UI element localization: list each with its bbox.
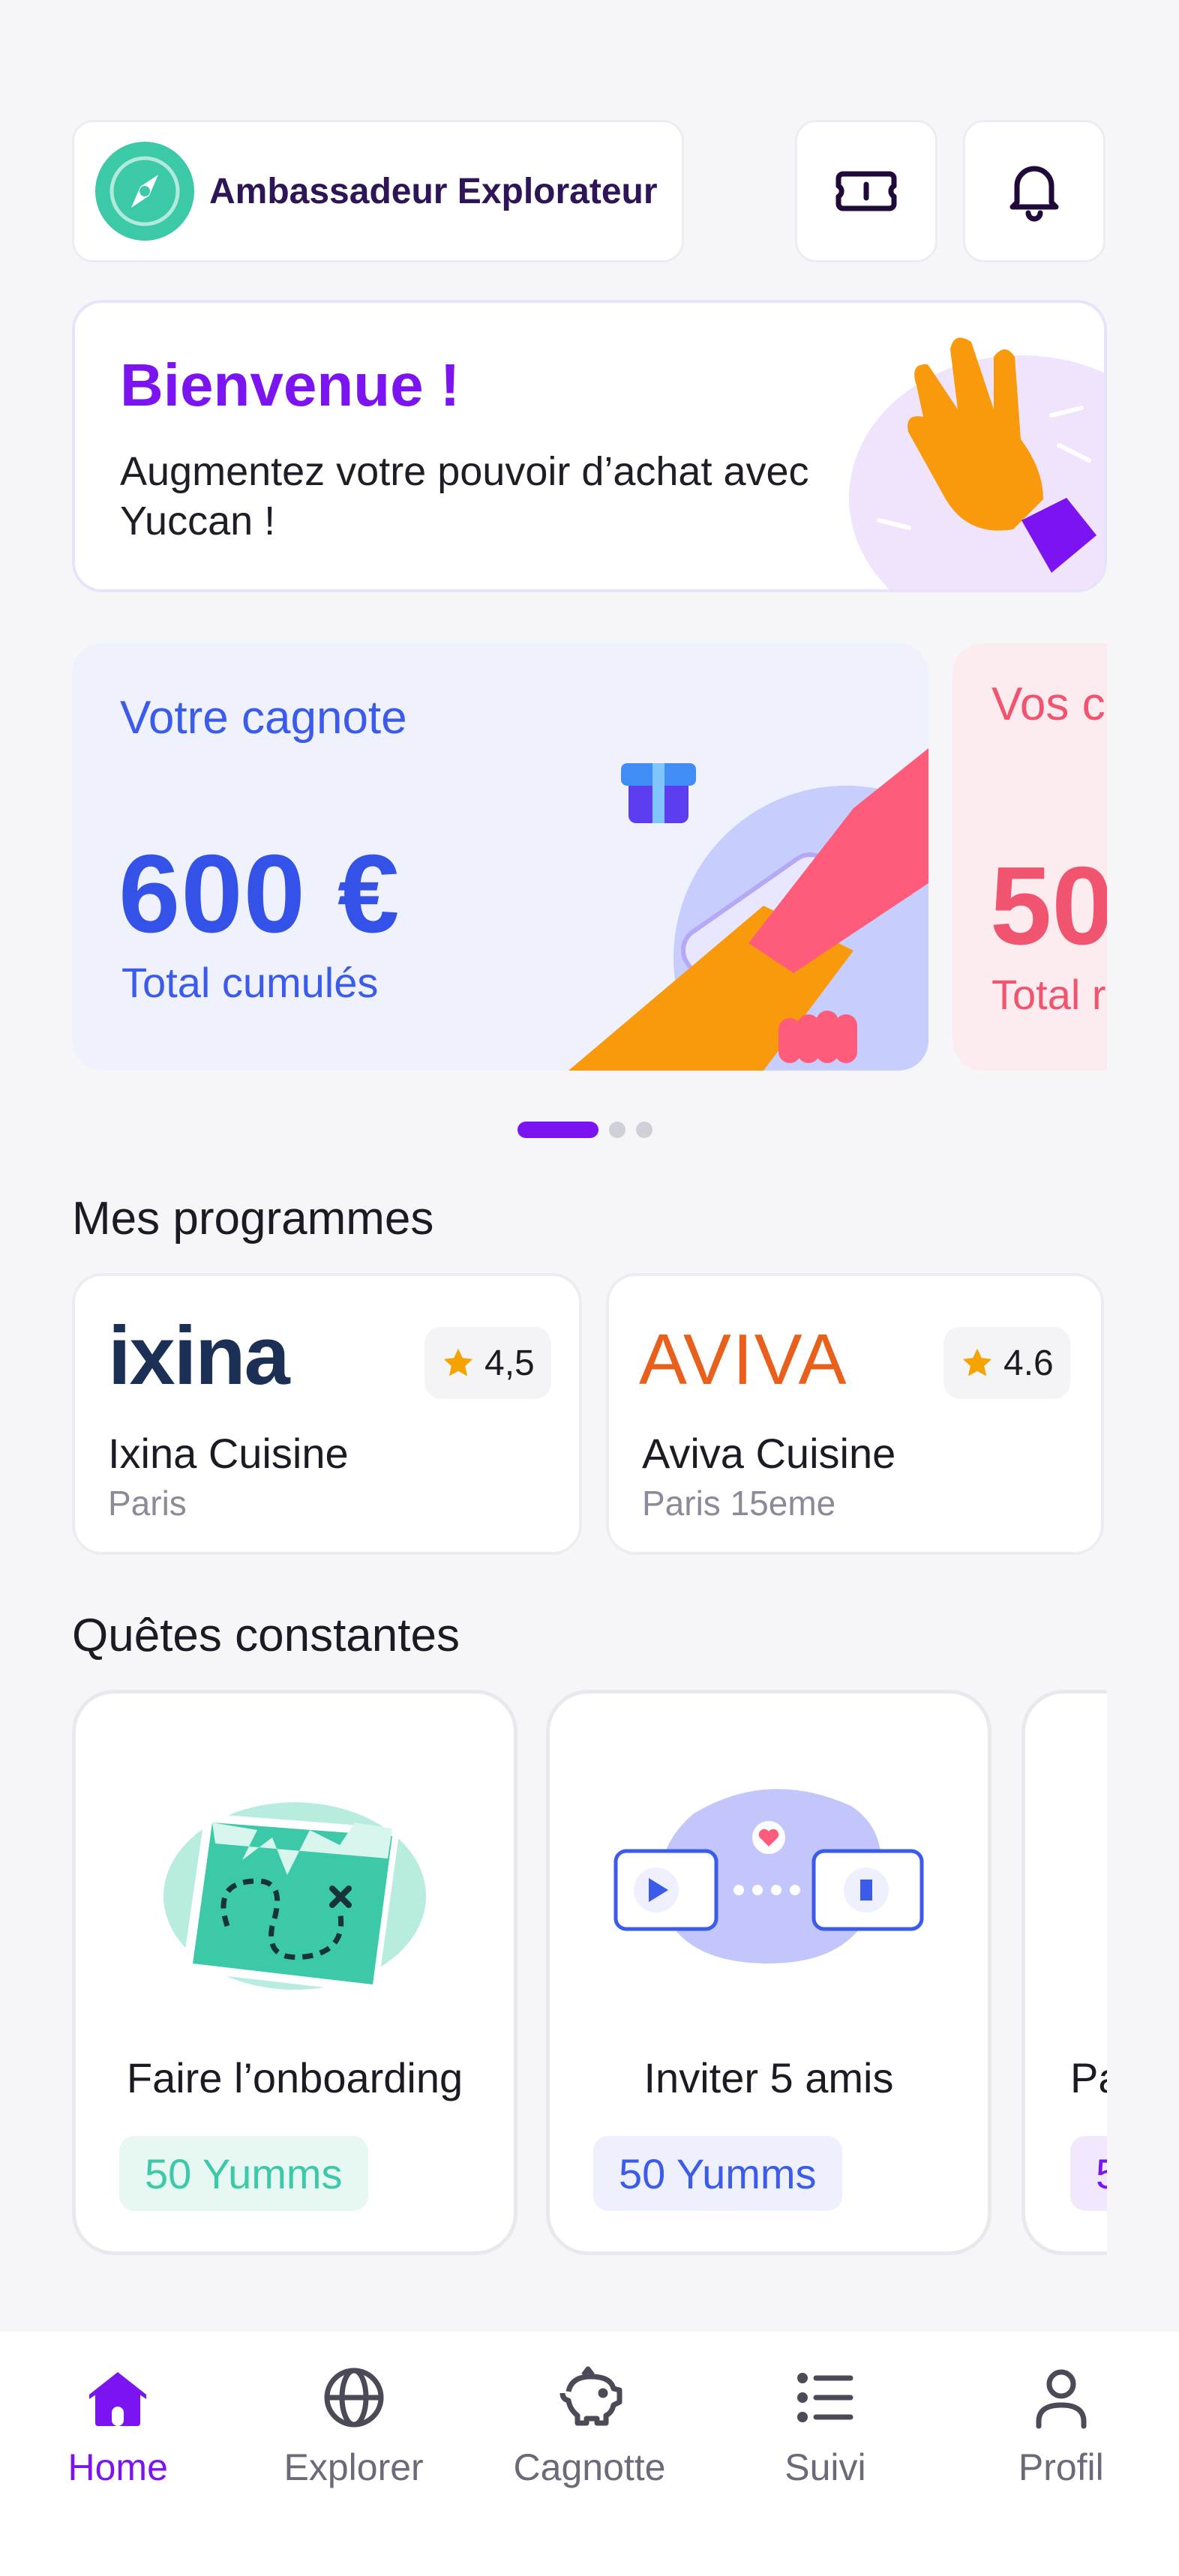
quest-card[interactable]: Faire l’onboarding 50 Yumms [72, 1690, 518, 2255]
star-icon [962, 1348, 992, 1376]
quest-card[interactable]: Inviter 5 amis 50 Yumms [546, 1690, 992, 2255]
savings-amount: 600 € [118, 832, 400, 956]
waving-hand-illustration [849, 337, 1104, 589]
nav-item-suivi[interactable]: Suivi [707, 2332, 943, 2576]
nav-label: Profil [1018, 2446, 1104, 2488]
user-icon [1036, 2369, 1087, 2429]
ixina-logo: ixina [108, 1321, 292, 1396]
carousel-pagination[interactable] [518, 1122, 652, 1138]
nav-item-profil[interactable]: Profil [944, 2332, 1179, 2576]
compass-icon [95, 142, 194, 241]
programme-card-ixina[interactable]: ixina 4,5 Ixina Cuisine Paris [72, 1273, 582, 1555]
bell-icon [1010, 166, 1059, 222]
programme-city: Paris 15eme [642, 1484, 836, 1523]
welcome-title: Bienvenue ! [120, 352, 460, 418]
nav-label: Explorer [284, 2446, 424, 2488]
nav-item-explorer[interactable]: Explorer [236, 2332, 471, 2576]
savings-caption: Total cumulés [122, 959, 379, 1006]
quest-reward: 50 Yumms [593, 2136, 842, 2211]
rating-value: 4.6 [1004, 1343, 1054, 1383]
nav-label: Cagnotte [513, 2446, 666, 2488]
programmes-section-title: Mes programmes [72, 1193, 434, 1245]
savings-title: Votre cagnote [120, 692, 407, 744]
treasure-map-illustration [164, 1802, 426, 1993]
programme-name: Ixina Cuisine [108, 1430, 349, 1477]
invite-friends-illustration [614, 1789, 924, 1963]
home-screen: Ambassadeur Explorateur Bienvenue ! Augm… [0, 0, 1179, 2576]
star-icon [443, 1348, 473, 1376]
globe-icon [324, 2368, 384, 2428]
quest-name: Pa [1070, 2054, 1107, 2101]
notifications-button[interactable] [963, 120, 1106, 262]
handshake-illustration [568, 733, 928, 1071]
svg-text:ixina: ixina [108, 1321, 290, 1396]
pagination-dot-active[interactable] [518, 1122, 598, 1138]
aviva-logo: AVIVA [639, 1321, 848, 1396]
programme-city: Paris [108, 1484, 187, 1523]
list-icon [797, 2373, 854, 2422]
ticket-button[interactable] [795, 120, 938, 262]
quest-name: Faire l’onboarding [126, 2054, 464, 2101]
savings-card-secondary[interactable]: Vos c 50 Total r [952, 643, 1107, 1071]
programme-name: Aviva Cuisine [642, 1430, 896, 1477]
quest-reward: 5 [1070, 2136, 1107, 2211]
rating-badge: 4.6 [944, 1327, 1070, 1399]
ambassador-rank-badge[interactable]: Ambassadeur Explorateur [72, 120, 684, 262]
savings-caption: Total r [992, 971, 1106, 1018]
savings-title: Vos c [992, 678, 1106, 730]
quest-card[interactable]: Pa 5 [1022, 1690, 1107, 2255]
quest-name: Inviter 5 amis [644, 2054, 894, 2101]
nav-label: Home [68, 2446, 168, 2488]
pagination-dot[interactable] [609, 1122, 626, 1138]
savings-card[interactable]: Votre cagnote 600 € Total cumulés [72, 643, 928, 1071]
nav-item-cagnotte[interactable]: Cagnotte [472, 2332, 707, 2576]
svg-text:AVIVA: AVIVA [639, 1321, 848, 1396]
home-icon [89, 2372, 147, 2426]
welcome-card: Bienvenue ! Augmentez votre pouvoir d’ac… [72, 300, 1107, 592]
nav-label: Suivi [784, 2446, 866, 2488]
rank-label: Ambassadeur Explorateur [209, 171, 658, 211]
quest-reward: 50 Yumms [119, 2136, 368, 2211]
welcome-subtitle: Augmentez votre pouvoir d’achat avec Yuc… [120, 449, 809, 544]
savings-amount: 50 [990, 844, 1107, 968]
quests-section-title: Quêtes constantes [72, 1610, 460, 1661]
rating-badge: 4,5 [424, 1327, 551, 1399]
programme-card-aviva[interactable]: AVIVA 4.6 Aviva Cuisine Paris 15eme [606, 1273, 1104, 1555]
pagination-dot[interactable] [636, 1122, 652, 1138]
piggy-bank-icon [560, 2366, 622, 2426]
nav-item-home[interactable]: Home [0, 2332, 236, 2576]
rating-value: 4,5 [484, 1343, 535, 1383]
ticket-icon [836, 171, 897, 211]
bottom-navigation: Home Explorer Cagnotte Suivi Profil [0, 2332, 1179, 2576]
